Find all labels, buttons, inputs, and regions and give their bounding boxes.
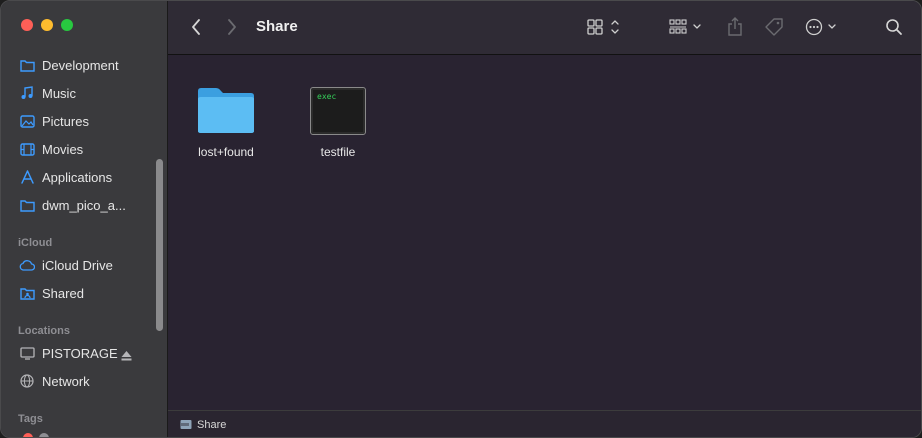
sidebar-section-icloud: iCloud [18, 237, 53, 249]
sidebar-item-movies[interactable]: Movies [11, 136, 151, 162]
globe-icon [19, 373, 35, 389]
sidebar-item-applications[interactable]: Applications [11, 164, 151, 190]
path-bar: Share [168, 410, 921, 437]
more-actions-button[interactable] [804, 15, 842, 39]
share-icon [728, 17, 742, 36]
sidebar-item-label: Music [42, 85, 76, 101]
ellipsis-circle-icon [805, 18, 836, 36]
search-icon [886, 19, 902, 35]
eject-icon[interactable] [121, 348, 132, 361]
sidebar-item-label: Development [42, 57, 119, 73]
tag-icon [765, 18, 783, 36]
sidebar-item-label: iCloud Drive [42, 257, 113, 273]
sidebar-scrollbar[interactable] [156, 159, 163, 331]
minimize-window-button[interactable] [41, 19, 53, 31]
close-window-button[interactable] [21, 19, 33, 31]
folder-icon [176, 81, 276, 135]
sidebar: Development Music Pictures Movies Applic… [1, 1, 168, 437]
shared-folder-icon [19, 285, 35, 301]
group-by-button[interactable] [668, 15, 706, 39]
back-chevron-icon [192, 19, 200, 35]
file-browser-area[interactable]: lost+found exec testfile [168, 55, 921, 409]
sidebar-item-label: Network [42, 373, 90, 389]
sidebar-item-network[interactable]: Network [11, 368, 151, 394]
path-bar-item-share[interactable]: Share [197, 419, 226, 431]
sidebar-item-label: Applications [42, 169, 113, 185]
sidebar-section-locations: Locations [18, 325, 70, 337]
file-item-testfile[interactable]: exec testfile [288, 81, 388, 159]
file-name: testfile [320, 145, 356, 159]
drive-icon [19, 345, 35, 361]
sidebar-item-development[interactable]: Development [11, 52, 151, 78]
sidebar-item-label: Shared [42, 285, 84, 301]
forward-button[interactable] [222, 15, 242, 39]
sidebar-item-label: Movies [42, 141, 84, 157]
view-mode-button[interactable] [586, 15, 624, 39]
sidebar-item-label: PISTORAGE [42, 345, 118, 361]
back-button[interactable] [186, 15, 206, 39]
folder-icon [19, 57, 35, 73]
file-item-lost-found[interactable]: lost+found [176, 81, 276, 159]
photo-icon [19, 113, 35, 129]
group-by-icon [669, 19, 701, 34]
executable-icon: exec [288, 81, 388, 135]
sidebar-item-music[interactable]: Music [11, 80, 151, 106]
sidebar-item-label: dwm_pico_a... [42, 197, 126, 213]
finder-window: Development Music Pictures Movies Applic… [0, 0, 922, 438]
sidebar-item-shared[interactable]: Shared [11, 280, 151, 306]
sidebar-section-tags: Tags [18, 413, 43, 425]
icon-grid-view-icon [587, 19, 619, 35]
cloud-icon [19, 257, 35, 273]
folder-icon [19, 197, 35, 213]
applications-icon [19, 169, 35, 185]
share-button[interactable] [724, 15, 746, 39]
film-icon [19, 141, 35, 157]
sidebar-item-label: Pictures [42, 113, 89, 129]
file-name: lost+found [198, 145, 254, 159]
exec-badge: exec [317, 92, 337, 101]
sidebar-item-pictures[interactable]: Pictures [11, 108, 151, 134]
search-button[interactable] [882, 15, 906, 39]
zoom-window-button[interactable] [61, 19, 73, 31]
music-note-icon [19, 85, 35, 101]
tag-gray-dot[interactable] [39, 433, 49, 437]
tag-button[interactable] [762, 15, 786, 39]
toolbar: Share [168, 1, 921, 55]
tag-red-dot[interactable] [23, 433, 33, 437]
forward-chevron-icon [228, 19, 236, 35]
sidebar-item-icloud-drive[interactable]: iCloud Drive [11, 252, 151, 278]
sidebar-item-dwm-pico[interactable]: dwm_pico_a... [11, 192, 151, 218]
drive-icon [180, 419, 192, 430]
window-title: Share [256, 18, 298, 35]
